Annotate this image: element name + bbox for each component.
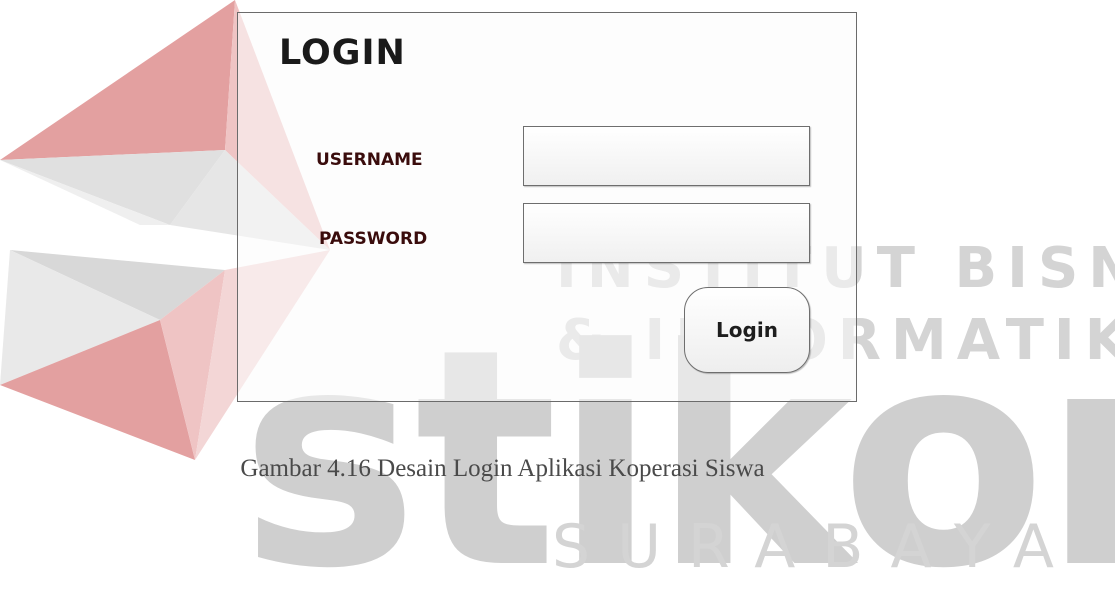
username-input[interactable] [523, 126, 810, 186]
username-label: USERNAME [316, 150, 423, 170]
login-title: LOGIN [279, 33, 406, 73]
password-label: PASSWORD [319, 229, 428, 249]
login-button[interactable]: Login [684, 287, 810, 373]
login-window: LOGIN USERNAME PASSWORD Login [237, 12, 857, 402]
figure-caption: Gambar 4.16 Desain Login Aplikasi Kopera… [240, 455, 765, 482]
document-page: INSTITUT BISNIS & INFORMATIKA stikom SUR… [0, 0, 1115, 596]
watermark-city: SURABAYA [552, 512, 1081, 582]
password-input[interactable] [523, 203, 810, 263]
